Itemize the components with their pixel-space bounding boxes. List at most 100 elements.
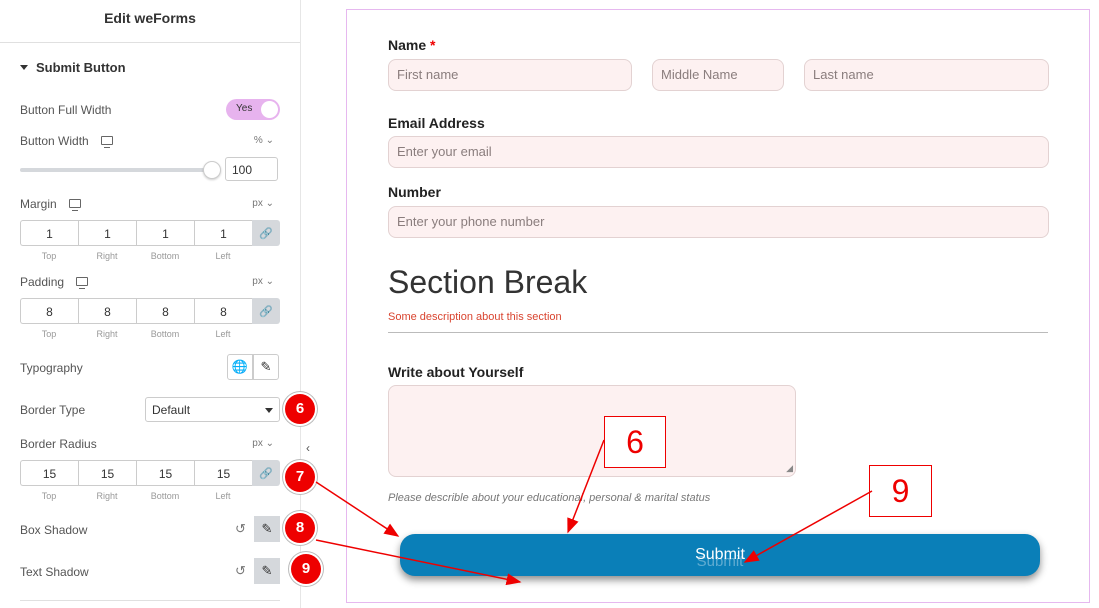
dim-label-bottom: Bottom bbox=[150, 491, 180, 501]
middle-name-input[interactable]: Middle Name bbox=[652, 59, 784, 91]
padding-inputs: 8 8 8 8 🔗 bbox=[20, 298, 280, 324]
dimension-labels: Top Right Bottom Left bbox=[20, 329, 252, 339]
border-type-label: Border Type bbox=[20, 403, 86, 417]
radius-left-input[interactable]: 15 bbox=[194, 460, 252, 486]
desktop-icon[interactable] bbox=[68, 199, 81, 211]
dimension-labels: Top Right Bottom Left bbox=[20, 491, 252, 501]
width-unit-select[interactable]: % ⌄ bbox=[254, 135, 274, 146]
pencil-icon[interactable]: ✎ bbox=[254, 558, 280, 584]
section-title: Submit Button bbox=[36, 60, 126, 75]
full-width-label: Button Full Width bbox=[20, 103, 112, 117]
dim-label-right: Right bbox=[96, 251, 118, 261]
submit-button[interactable]: Submit Submit bbox=[400, 534, 1040, 576]
dim-label-left: Left bbox=[215, 329, 231, 339]
dim-label-left: Left bbox=[215, 491, 231, 501]
section-break-description: Some description about this section bbox=[388, 311, 562, 323]
section-divider bbox=[388, 332, 1048, 333]
margin-inputs: 1 1 1 1 🔗 bbox=[20, 220, 280, 246]
annotation-badge-7: 7 bbox=[285, 462, 315, 492]
link-icon[interactable]: 🔗 bbox=[252, 298, 280, 324]
submit-label: Submit bbox=[695, 546, 745, 563]
dim-label-left: Left bbox=[215, 251, 231, 261]
text-shadow-label: Text Shadow bbox=[20, 565, 89, 579]
width-slider-track[interactable] bbox=[20, 168, 212, 172]
first-name-input[interactable]: First name bbox=[388, 59, 632, 91]
padding-left-input[interactable]: 8 bbox=[194, 298, 252, 324]
annotation-badge-9: 9 bbox=[291, 554, 321, 584]
dim-label-right: Right bbox=[96, 491, 118, 501]
about-label: Write about Yourself bbox=[388, 364, 524, 380]
radius-bottom-input[interactable]: 15 bbox=[136, 460, 194, 486]
typography-label: Typography bbox=[20, 361, 83, 375]
dimension-labels: Top Right Bottom Left bbox=[20, 251, 252, 261]
required-mark: * bbox=[430, 37, 436, 53]
dim-label-top: Top bbox=[41, 251, 57, 261]
padding-unit-select[interactable]: px ⌄ bbox=[252, 276, 274, 287]
width-slider-handle[interactable] bbox=[203, 161, 221, 179]
section-break-title: Section Break bbox=[388, 264, 588, 300]
padding-top-input[interactable]: 8 bbox=[20, 298, 78, 324]
globe-icon[interactable]: 🌐 bbox=[227, 354, 253, 380]
radius-top-input[interactable]: 15 bbox=[20, 460, 78, 486]
border-type-select[interactable]: Default bbox=[145, 397, 280, 422]
unit-text: px bbox=[252, 276, 263, 287]
annotation-badge-6: 6 bbox=[285, 394, 315, 424]
name-label: Name * bbox=[388, 37, 435, 53]
link-icon[interactable]: 🔗 bbox=[252, 220, 280, 246]
callout-box-9: 9 bbox=[869, 465, 932, 517]
border-radius-label: Border Radius bbox=[20, 437, 97, 451]
last-name-input[interactable]: Last name bbox=[804, 59, 1049, 91]
about-help-text: Please describle about your educational,… bbox=[388, 492, 711, 504]
callout-box-6: 6 bbox=[604, 416, 666, 468]
pencil-icon[interactable]: ✎ bbox=[253, 354, 279, 380]
email-label: Email Address bbox=[388, 115, 485, 131]
pencil-icon[interactable]: ✎ bbox=[254, 516, 280, 542]
dim-label-right: Right bbox=[96, 329, 118, 339]
radius-inputs: 15 15 15 15 🔗 bbox=[20, 460, 280, 486]
radius-unit-select[interactable]: px ⌄ bbox=[252, 438, 274, 449]
margin-bottom-input[interactable]: 1 bbox=[136, 220, 194, 246]
reset-icon[interactable]: ↺ bbox=[235, 521, 246, 537]
caret-down-icon bbox=[265, 408, 273, 413]
reset-icon[interactable]: ↺ bbox=[235, 563, 246, 579]
margin-top-input[interactable]: 1 bbox=[20, 220, 78, 246]
width-number-input[interactable]: 100 bbox=[225, 157, 278, 181]
margin-unit-select[interactable]: px ⌄ bbox=[252, 198, 274, 209]
dim-label-top: Top bbox=[41, 329, 57, 339]
dim-label-top: Top bbox=[41, 491, 57, 501]
sidebar-title: Edit weForms bbox=[104, 10, 196, 26]
margin-right-input[interactable]: 1 bbox=[78, 220, 136, 246]
collapse-panel-icon[interactable]: ‹ bbox=[301, 435, 315, 461]
select-value: Default bbox=[152, 403, 191, 417]
full-width-toggle[interactable]: Yes bbox=[226, 99, 280, 120]
form-preview-frame bbox=[346, 9, 1090, 603]
padding-label: Padding bbox=[20, 275, 65, 289]
resize-handle-icon[interactable]: ◢ bbox=[786, 463, 793, 474]
button-width-label: Button Width bbox=[20, 134, 89, 148]
section-toggle-submit-button[interactable]: Submit Button bbox=[20, 60, 126, 75]
number-label: Number bbox=[388, 184, 441, 200]
divider bbox=[20, 600, 280, 601]
toggle-text: Yes bbox=[236, 103, 253, 114]
number-input[interactable]: Enter your phone number bbox=[388, 206, 1049, 238]
editor-sidebar: Edit weForms Submit Button Button Full W… bbox=[0, 0, 301, 608]
unit-text: % bbox=[253, 135, 263, 146]
caret-down-icon bbox=[20, 65, 28, 71]
box-shadow-label: Box Shadow bbox=[20, 523, 88, 537]
divider bbox=[0, 42, 300, 43]
link-icon[interactable]: 🔗 bbox=[252, 460, 280, 486]
unit-text: px bbox=[252, 438, 263, 449]
margin-left-input[interactable]: 1 bbox=[194, 220, 252, 246]
radius-right-input[interactable]: 15 bbox=[78, 460, 136, 486]
about-textarea[interactable]: ◢ bbox=[388, 385, 796, 477]
padding-right-input[interactable]: 8 bbox=[78, 298, 136, 324]
email-input[interactable]: Enter your email bbox=[388, 136, 1049, 168]
desktop-icon[interactable] bbox=[100, 136, 113, 148]
padding-bottom-input[interactable]: 8 bbox=[136, 298, 194, 324]
unit-text: px bbox=[252, 198, 263, 209]
annotation-badge-8: 8 bbox=[285, 513, 315, 543]
desktop-icon[interactable] bbox=[76, 277, 89, 289]
dim-label-bottom: Bottom bbox=[150, 251, 180, 261]
dim-label-bottom: Bottom bbox=[150, 329, 180, 339]
margin-label: Margin bbox=[20, 197, 57, 211]
